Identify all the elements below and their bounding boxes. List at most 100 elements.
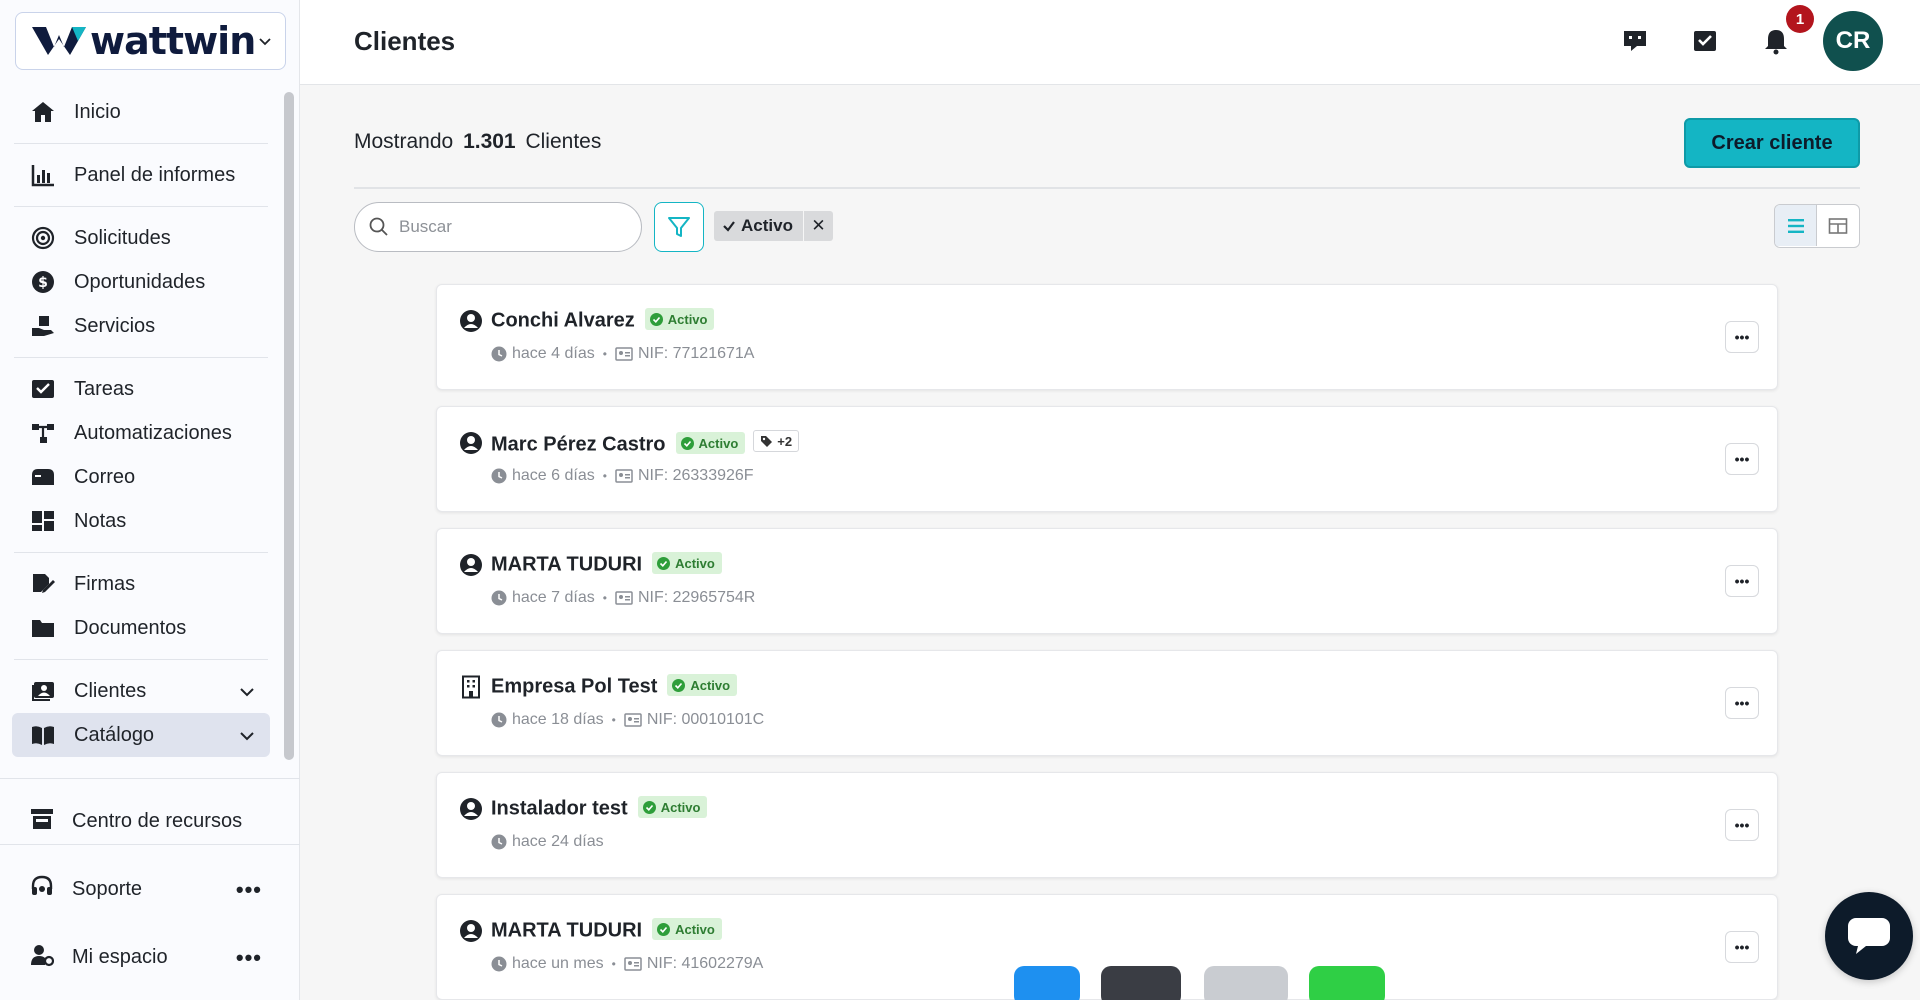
more-actions-button[interactable]: ••• <box>1725 687 1759 719</box>
dock-app-icon[interactable] <box>1014 966 1080 1000</box>
table-icon <box>1828 217 1848 234</box>
sidebar-item-correo[interactable]: Correo <box>12 455 270 499</box>
bell-icon[interactable] <box>1762 27 1790 55</box>
sidebar-item-inicio[interactable]: Inicio <box>12 90 270 134</box>
clock-icon <box>491 956 507 972</box>
svg-text:$: $ <box>38 275 48 291</box>
summary-prefix: Mostrando <box>354 130 454 153</box>
sidebar-item-panel[interactable]: Panel de informes <box>12 153 270 197</box>
create-client-button[interactable]: Crear cliente <box>1684 118 1860 168</box>
sidebar-item-label: Clientes <box>74 679 147 702</box>
search-input[interactable] <box>399 217 619 237</box>
sidebar-item-catalogo[interactable]: Catálogo <box>12 713 270 757</box>
sidebar-item-myspace[interactable]: Mi espacio ••• <box>12 935 282 979</box>
sidebar-item-tareas[interactable]: Tareas <box>12 367 270 411</box>
chat-widget-button[interactable] <box>1825 892 1913 980</box>
more-actions-button[interactable]: ••• <box>1725 931 1759 963</box>
client-name[interactable]: Marc Pérez Castro <box>491 434 666 456</box>
task-check-icon <box>30 376 56 402</box>
id-card-icon <box>615 469 633 483</box>
client-card[interactable]: Instalador test Activo hace 24 días ••• <box>436 772 1778 878</box>
sidebar-item-solicitudes[interactable]: Solicitudes <box>12 216 270 260</box>
more-actions-button[interactable]: ••• <box>1725 321 1759 353</box>
user-circle-icon <box>460 920 482 942</box>
client-card[interactable]: MARTA TUDURI Activo hace 7 días • NIF: 22… <box>436 528 1778 634</box>
client-updated: hace 4 días <box>512 345 595 362</box>
sidebar-item-label: Panel de informes <box>74 163 236 186</box>
list-view-button[interactable] <box>1775 205 1818 246</box>
more-options-icon[interactable]: ••• <box>236 945 262 971</box>
sidebar-item-label: Correo <box>74 465 136 488</box>
tags-chip[interactable]: +2 <box>753 430 800 452</box>
sidebar-item-firmas[interactable]: Firmas <box>12 562 270 606</box>
sidebar-item-oportunidades[interactable]: $ Oportunidades <box>12 260 270 304</box>
client-name[interactable]: MARTA TUDURI <box>491 554 642 576</box>
divider <box>14 143 268 144</box>
chat-support-icon[interactable] <box>1621 27 1649 55</box>
sidebar-nav: Inicio Panel de informes Solicitudes $ O… <box>12 90 270 757</box>
sidebar-item-documentos[interactable]: Documentos <box>12 606 270 650</box>
search-box[interactable] <box>354 202 642 252</box>
filter-chip-label-wrap[interactable]: Activo <box>714 211 803 241</box>
clock-icon <box>491 834 507 850</box>
page-title: Clientes <box>354 26 456 56</box>
more-actions-button[interactable]: ••• <box>1725 443 1759 475</box>
client-card[interactable]: Marc Pérez Castro Activo +2 hace 6 días • … <box>436 406 1778 512</box>
view-toggle <box>1774 204 1860 248</box>
more-options-icon[interactable]: ••• <box>236 877 262 903</box>
remove-filter-button[interactable]: ✕ <box>802 211 833 241</box>
check-circle-icon <box>649 312 663 326</box>
dock-app-icon[interactable] <box>1101 966 1181 1000</box>
top-header: Clientes 1 CR <box>300 0 1920 85</box>
sidebar-item-automatizaciones[interactable]: Automatizaciones <box>12 411 270 455</box>
client-meta: hace 6 días • NIF: 26333926F <box>491 467 754 485</box>
clock-icon <box>491 590 507 606</box>
status-label: Activo <box>675 921 715 937</box>
client-name[interactable]: MARTA TUDURI <box>491 920 642 942</box>
sidebar-item-clientes[interactable]: Clientes <box>12 669 270 713</box>
table-view-button[interactable] <box>1817 205 1859 246</box>
status-label: Activo <box>698 435 739 451</box>
id-card-icon <box>615 591 633 605</box>
tasks-icon[interactable] <box>1691 27 1719 55</box>
wattwin-logo-icon <box>32 27 86 55</box>
client-card[interactable]: Empresa Pol Test Activo hace 18 días • NI… <box>436 650 1778 756</box>
client-updated: hace un mes <box>512 955 604 972</box>
sidebar-item-resources[interactable]: Centro de recursos <box>12 799 282 843</box>
client-name[interactable]: Empresa Pol Test <box>491 676 657 698</box>
dock-app-icon[interactable] <box>1204 966 1288 1000</box>
status-label: Activo <box>660 799 701 815</box>
sidebar-item-label: Servicios <box>74 314 156 337</box>
client-updated: hace 7 días <box>512 589 595 606</box>
divider <box>354 187 1860 189</box>
more-actions-button[interactable]: ••• <box>1725 809 1759 841</box>
status-badge: Activo <box>667 674 738 696</box>
client-name[interactable]: Conchi Alvarez <box>491 310 635 332</box>
book-icon <box>30 722 56 748</box>
search-icon <box>369 217 388 236</box>
client-name-row: Conchi Alvarez Activo <box>491 308 715 333</box>
active-filter-chip: Activo ✕ <box>714 211 833 241</box>
client-meta: hace 24 días <box>491 833 604 851</box>
dock-app-icon[interactable] <box>1309 966 1385 1000</box>
client-card[interactable]: Conchi Alvarez Activo hace 4 días • NIF: … <box>436 284 1778 390</box>
workspace-switcher[interactable]: wattwin <box>15 12 286 70</box>
mailbox-icon <box>30 464 56 490</box>
sidebar-item-label: Inicio <box>74 100 121 123</box>
status-badge: Activo <box>652 552 722 574</box>
filter-button[interactable] <box>654 202 704 252</box>
contacts-icon <box>30 678 56 704</box>
sidebar-item-servicios[interactable]: Servicios <box>12 304 270 348</box>
sidebar-scrollbar[interactable] <box>284 92 294 760</box>
sidebar-item-notas[interactable]: Notas <box>12 499 270 543</box>
client-name[interactable]: Instalador test <box>491 798 628 820</box>
user-avatar[interactable]: CR <box>1823 11 1883 71</box>
divider <box>14 659 268 660</box>
check-circle-icon <box>657 556 671 570</box>
clock-icon <box>491 468 507 484</box>
more-actions-button[interactable]: ••• <box>1725 565 1759 597</box>
clock-icon <box>491 346 507 362</box>
sidebar-item-support[interactable]: Soporte ••• <box>12 867 282 911</box>
user-circle-icon <box>460 798 482 820</box>
chevron-down-icon <box>259 38 271 46</box>
